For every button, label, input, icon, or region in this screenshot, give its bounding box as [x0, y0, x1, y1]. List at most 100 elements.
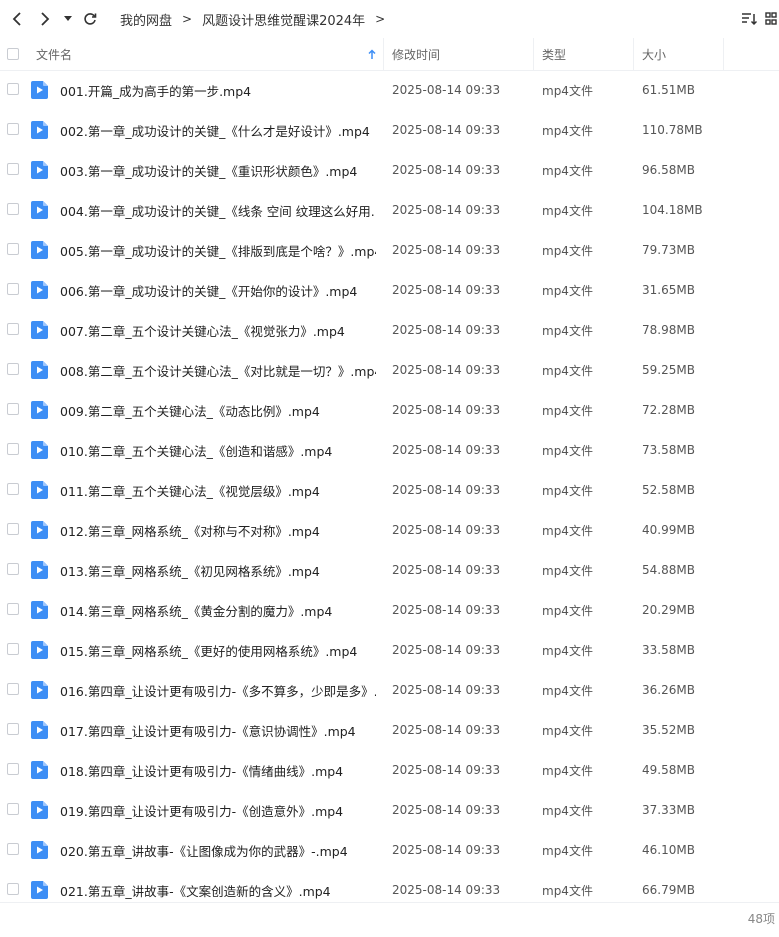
video-file-icon — [31, 521, 48, 539]
file-name[interactable]: 006.第一章_成功设计的关键_《开始你的设计》.mp4 — [60, 270, 376, 310]
file-row[interactable]: 017.第四章_让设计更有吸引力-《意识协调性》.mp4 2025-08-14 0… — [0, 710, 779, 750]
file-row[interactable]: 015.第三章_网格系统_《更好的使用网格系统》.mp4 2025-08-14 0… — [0, 630, 779, 670]
history-dropdown-button[interactable] — [60, 8, 76, 30]
column-header-modified[interactable]: 修改时间 — [392, 38, 532, 70]
sort-button[interactable] — [740, 10, 758, 28]
video-file-icon — [31, 641, 48, 659]
row-checkbox[interactable] — [7, 883, 19, 895]
file-modified-time: 2025-08-14 09:33 — [392, 483, 501, 497]
file-row[interactable]: 004.第一章_成功设计的关键_《线条 空间 纹理这么好用... 2025-08-… — [0, 190, 779, 230]
file-row[interactable]: 014.第三章_网格系统_《黄金分割的魔力》.mp4 2025-08-14 09:… — [0, 590, 779, 630]
file-row[interactable]: 019.第四章_让设计更有吸引力-《创造意外》.mp4 2025-08-14 09… — [0, 790, 779, 830]
file-name[interactable]: 012.第三章_网格系统_《对称与不对称》.mp4 — [60, 510, 376, 550]
file-size: 61.51MB — [642, 83, 695, 97]
file-name[interactable]: 019.第四章_让设计更有吸引力-《创造意外》.mp4 — [60, 790, 376, 830]
row-checkbox[interactable] — [7, 683, 19, 695]
row-checkbox[interactable] — [7, 723, 19, 735]
file-type: mp4文件 — [542, 843, 593, 858]
file-name[interactable]: 005.第一章_成功设计的关键_《排版到底是个啥？》.mp4 — [60, 230, 376, 270]
video-file-icon — [31, 441, 48, 459]
file-name[interactable]: 003.第一章_成功设计的关键_《重识形状颜色》.mp4 — [60, 150, 376, 190]
file-name[interactable]: 008.第二章_五个设计关键心法_《对比就是一切？》.mp4 — [60, 350, 376, 390]
file-name[interactable]: 009.第二章_五个关键心法_《动态比例》.mp4 — [60, 390, 376, 430]
select-all-checkbox[interactable] — [7, 48, 19, 60]
file-row[interactable]: 001.开篇_成为高手的第一步.mp4 2025-08-14 09:33 mp4文件… — [0, 70, 779, 110]
file-size: 72.28MB — [642, 403, 695, 417]
refresh-button[interactable] — [79, 8, 101, 30]
file-name[interactable]: 018.第四章_让设计更有吸引力-《情绪曲线》.mp4 — [60, 750, 376, 790]
file-name[interactable]: 007.第二章_五个设计关键心法_《视觉张力》.mp4 — [60, 310, 376, 350]
file-type: mp4文件 — [542, 803, 593, 818]
file-type: mp4文件 — [542, 283, 593, 298]
row-checkbox[interactable] — [7, 403, 19, 415]
breadcrumb-item-current[interactable]: 风题设计思维觉醒课2024年 — [202, 10, 365, 29]
row-checkbox[interactable] — [7, 603, 19, 615]
file-row[interactable]: 020.第五章_讲故事-《让图像成为你的武器》-.mp4 2025-08-14 0… — [0, 830, 779, 870]
file-row[interactable]: 012.第三章_网格系统_《对称与不对称》.mp4 2025-08-14 09:3… — [0, 510, 779, 550]
column-header: 文件名 修改时间 类型 大小 — [0, 38, 779, 71]
forward-button[interactable] — [34, 8, 56, 30]
file-row[interactable]: 006.第一章_成功设计的关键_《开始你的设计》.mp4 2025-08-14 0… — [0, 270, 779, 310]
file-row[interactable]: 010.第二章_五个关键心法_《创造和谐感》.mp4 2025-08-14 09:… — [0, 430, 779, 470]
row-checkbox[interactable] — [7, 323, 19, 335]
row-checkbox[interactable] — [7, 83, 19, 95]
file-name[interactable]: 016.第四章_让设计更有吸引力-《多不算多，少即是多》.... — [60, 670, 376, 710]
file-row[interactable]: 005.第一章_成功设计的关键_《排版到底是个啥？》.mp4 2025-08-14… — [0, 230, 779, 270]
row-checkbox[interactable] — [7, 763, 19, 775]
file-size: 35.52MB — [642, 723, 695, 737]
row-checkbox[interactable] — [7, 363, 19, 375]
column-header-type[interactable]: 类型 — [542, 38, 632, 70]
file-row[interactable]: 008.第二章_五个设计关键心法_《对比就是一切？》.mp4 2025-08-14… — [0, 350, 779, 390]
file-row[interactable]: 007.第二章_五个设计关键心法_《视觉张力》.mp4 2025-08-14 09… — [0, 310, 779, 350]
row-checkbox[interactable] — [7, 643, 19, 655]
file-name[interactable]: 020.第五章_讲故事-《让图像成为你的武器》-.mp4 — [60, 830, 376, 870]
file-name[interactable]: 011.第二章_五个关键心法_《视觉层级》.mp4 — [60, 470, 376, 510]
file-row[interactable]: 003.第一章_成功设计的关键_《重识形状颜色》.mp4 2025-08-14 0… — [0, 150, 779, 190]
video-file-icon — [31, 801, 48, 819]
video-file-icon — [31, 121, 48, 139]
row-checkbox[interactable] — [7, 523, 19, 535]
video-file-icon — [31, 881, 48, 899]
row-checkbox[interactable] — [7, 123, 19, 135]
column-header-name[interactable]: 文件名 — [36, 38, 376, 70]
file-name[interactable]: 017.第四章_让设计更有吸引力-《意识协调性》.mp4 — [60, 710, 376, 750]
column-header-size-label: 大小 — [642, 47, 667, 62]
file-size: 104.18MB — [642, 203, 703, 217]
file-row[interactable]: 002.第一章_成功设计的关键_《什么才是好设计》.mp4 2025-08-14 … — [0, 110, 779, 150]
caret-down-icon — [64, 16, 72, 21]
column-header-size[interactable]: 大小 — [642, 38, 722, 70]
file-row[interactable]: 018.第四章_让设计更有吸引力-《情绪曲线》.mp4 2025-08-14 09… — [0, 750, 779, 790]
file-name[interactable]: 004.第一章_成功设计的关键_《线条 空间 纹理这么好用... — [60, 190, 376, 230]
file-name[interactable]: 001.开篇_成为高手的第一步.mp4 — [60, 70, 376, 110]
view-toggle-button[interactable] — [764, 10, 778, 28]
back-button[interactable] — [6, 8, 28, 30]
file-name[interactable]: 014.第三章_网格系统_《黄金分割的魔力》.mp4 — [60, 590, 376, 630]
row-checkbox[interactable] — [7, 803, 19, 815]
file-row[interactable]: 011.第二章_五个关键心法_《视觉层级》.mp4 2025-08-14 09:3… — [0, 470, 779, 510]
row-checkbox[interactable] — [7, 163, 19, 175]
file-row[interactable]: 016.第四章_让设计更有吸引力-《多不算多，少即是多》.... 2025-08-… — [0, 670, 779, 710]
file-modified-time: 2025-08-14 09:33 — [392, 123, 501, 137]
file-name[interactable]: 010.第二章_五个关键心法_《创造和谐感》.mp4 — [60, 430, 376, 470]
sort-ascending-icon[interactable] — [368, 38, 380, 70]
file-name[interactable]: 013.第三章_网格系统_《初见网格系统》.mp4 — [60, 550, 376, 590]
file-type: mp4文件 — [542, 243, 593, 258]
file-type: mp4文件 — [542, 163, 593, 178]
breadcrumb-separator-icon: > — [182, 12, 193, 26]
breadcrumb-item-root[interactable]: 我的网盘 — [120, 10, 172, 29]
file-size: 110.78MB — [642, 123, 703, 137]
row-checkbox[interactable] — [7, 443, 19, 455]
file-name[interactable]: 002.第一章_成功设计的关键_《什么才是好设计》.mp4 — [60, 110, 376, 150]
row-checkbox[interactable] — [7, 283, 19, 295]
row-checkbox[interactable] — [7, 843, 19, 855]
file-modified-time: 2025-08-14 09:33 — [392, 763, 501, 777]
file-row[interactable]: 013.第三章_网格系统_《初见网格系统》.mp4 2025-08-14 09:3… — [0, 550, 779, 590]
file-name[interactable]: 015.第三章_网格系统_《更好的使用网格系统》.mp4 — [60, 630, 376, 670]
row-checkbox[interactable] — [7, 563, 19, 575]
row-checkbox[interactable] — [7, 243, 19, 255]
row-checkbox[interactable] — [7, 483, 19, 495]
row-checkbox[interactable] — [7, 203, 19, 215]
column-divider — [723, 38, 724, 70]
file-row[interactable]: 009.第二章_五个关键心法_《动态比例》.mp4 2025-08-14 09:3… — [0, 390, 779, 430]
file-modified-time: 2025-08-14 09:33 — [392, 243, 501, 257]
